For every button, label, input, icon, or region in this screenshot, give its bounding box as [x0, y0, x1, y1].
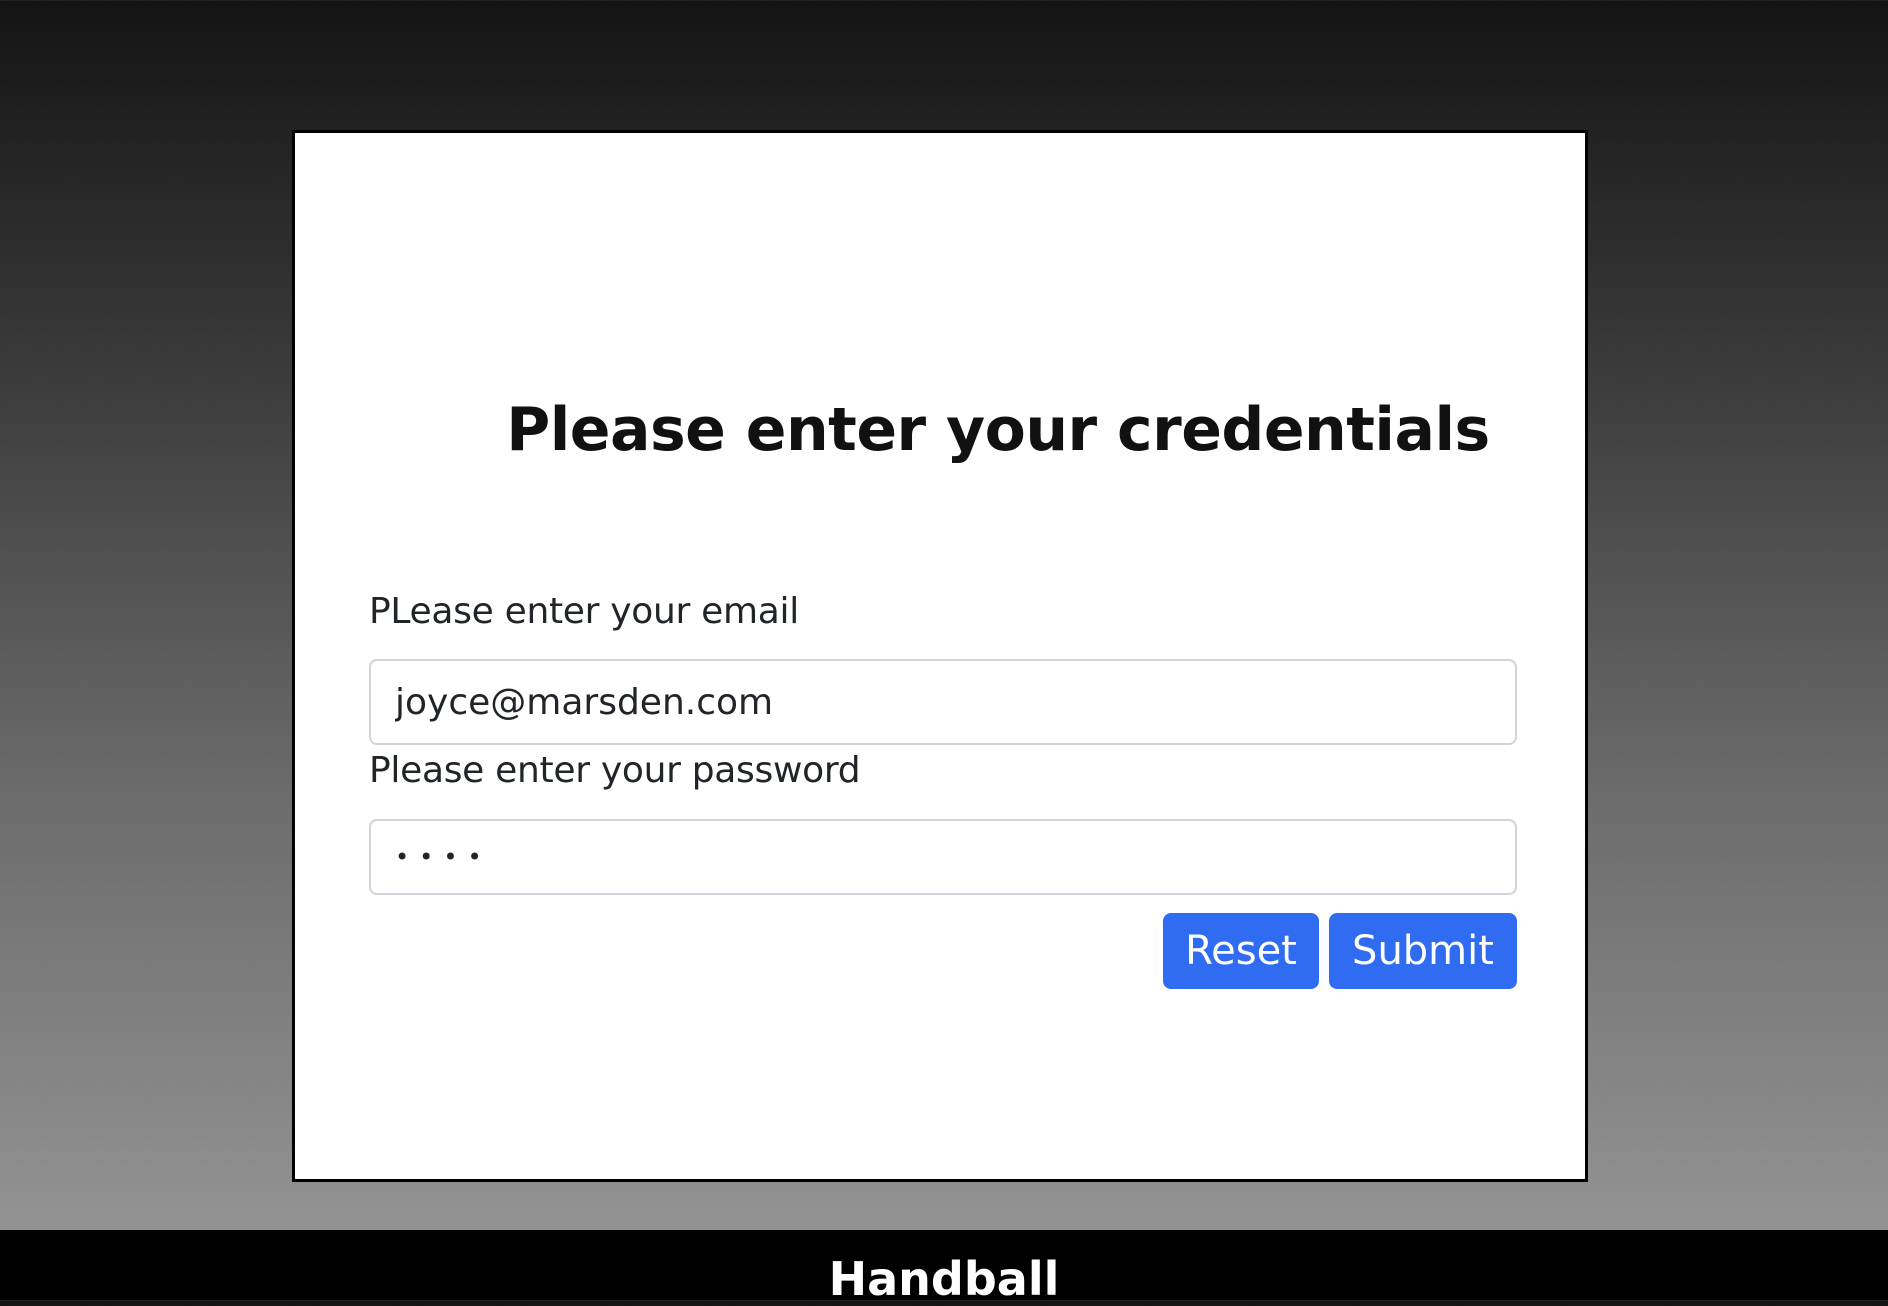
- reset-button[interactable]: Reset: [1163, 913, 1319, 989]
- email-input[interactable]: [369, 659, 1517, 745]
- password-label: Please enter your password: [369, 750, 861, 791]
- email-label: PLease enter your email: [369, 591, 799, 632]
- form-title: Please enter your credentials: [506, 395, 1490, 465]
- footer-bar: Handball: [0, 1230, 1888, 1304]
- login-card: Please enter your credentials PLease ent…: [292, 130, 1588, 1182]
- footer-text: Handball: [828, 1252, 1060, 1306]
- password-input[interactable]: [369, 819, 1517, 895]
- submit-button[interactable]: Submit: [1329, 913, 1517, 989]
